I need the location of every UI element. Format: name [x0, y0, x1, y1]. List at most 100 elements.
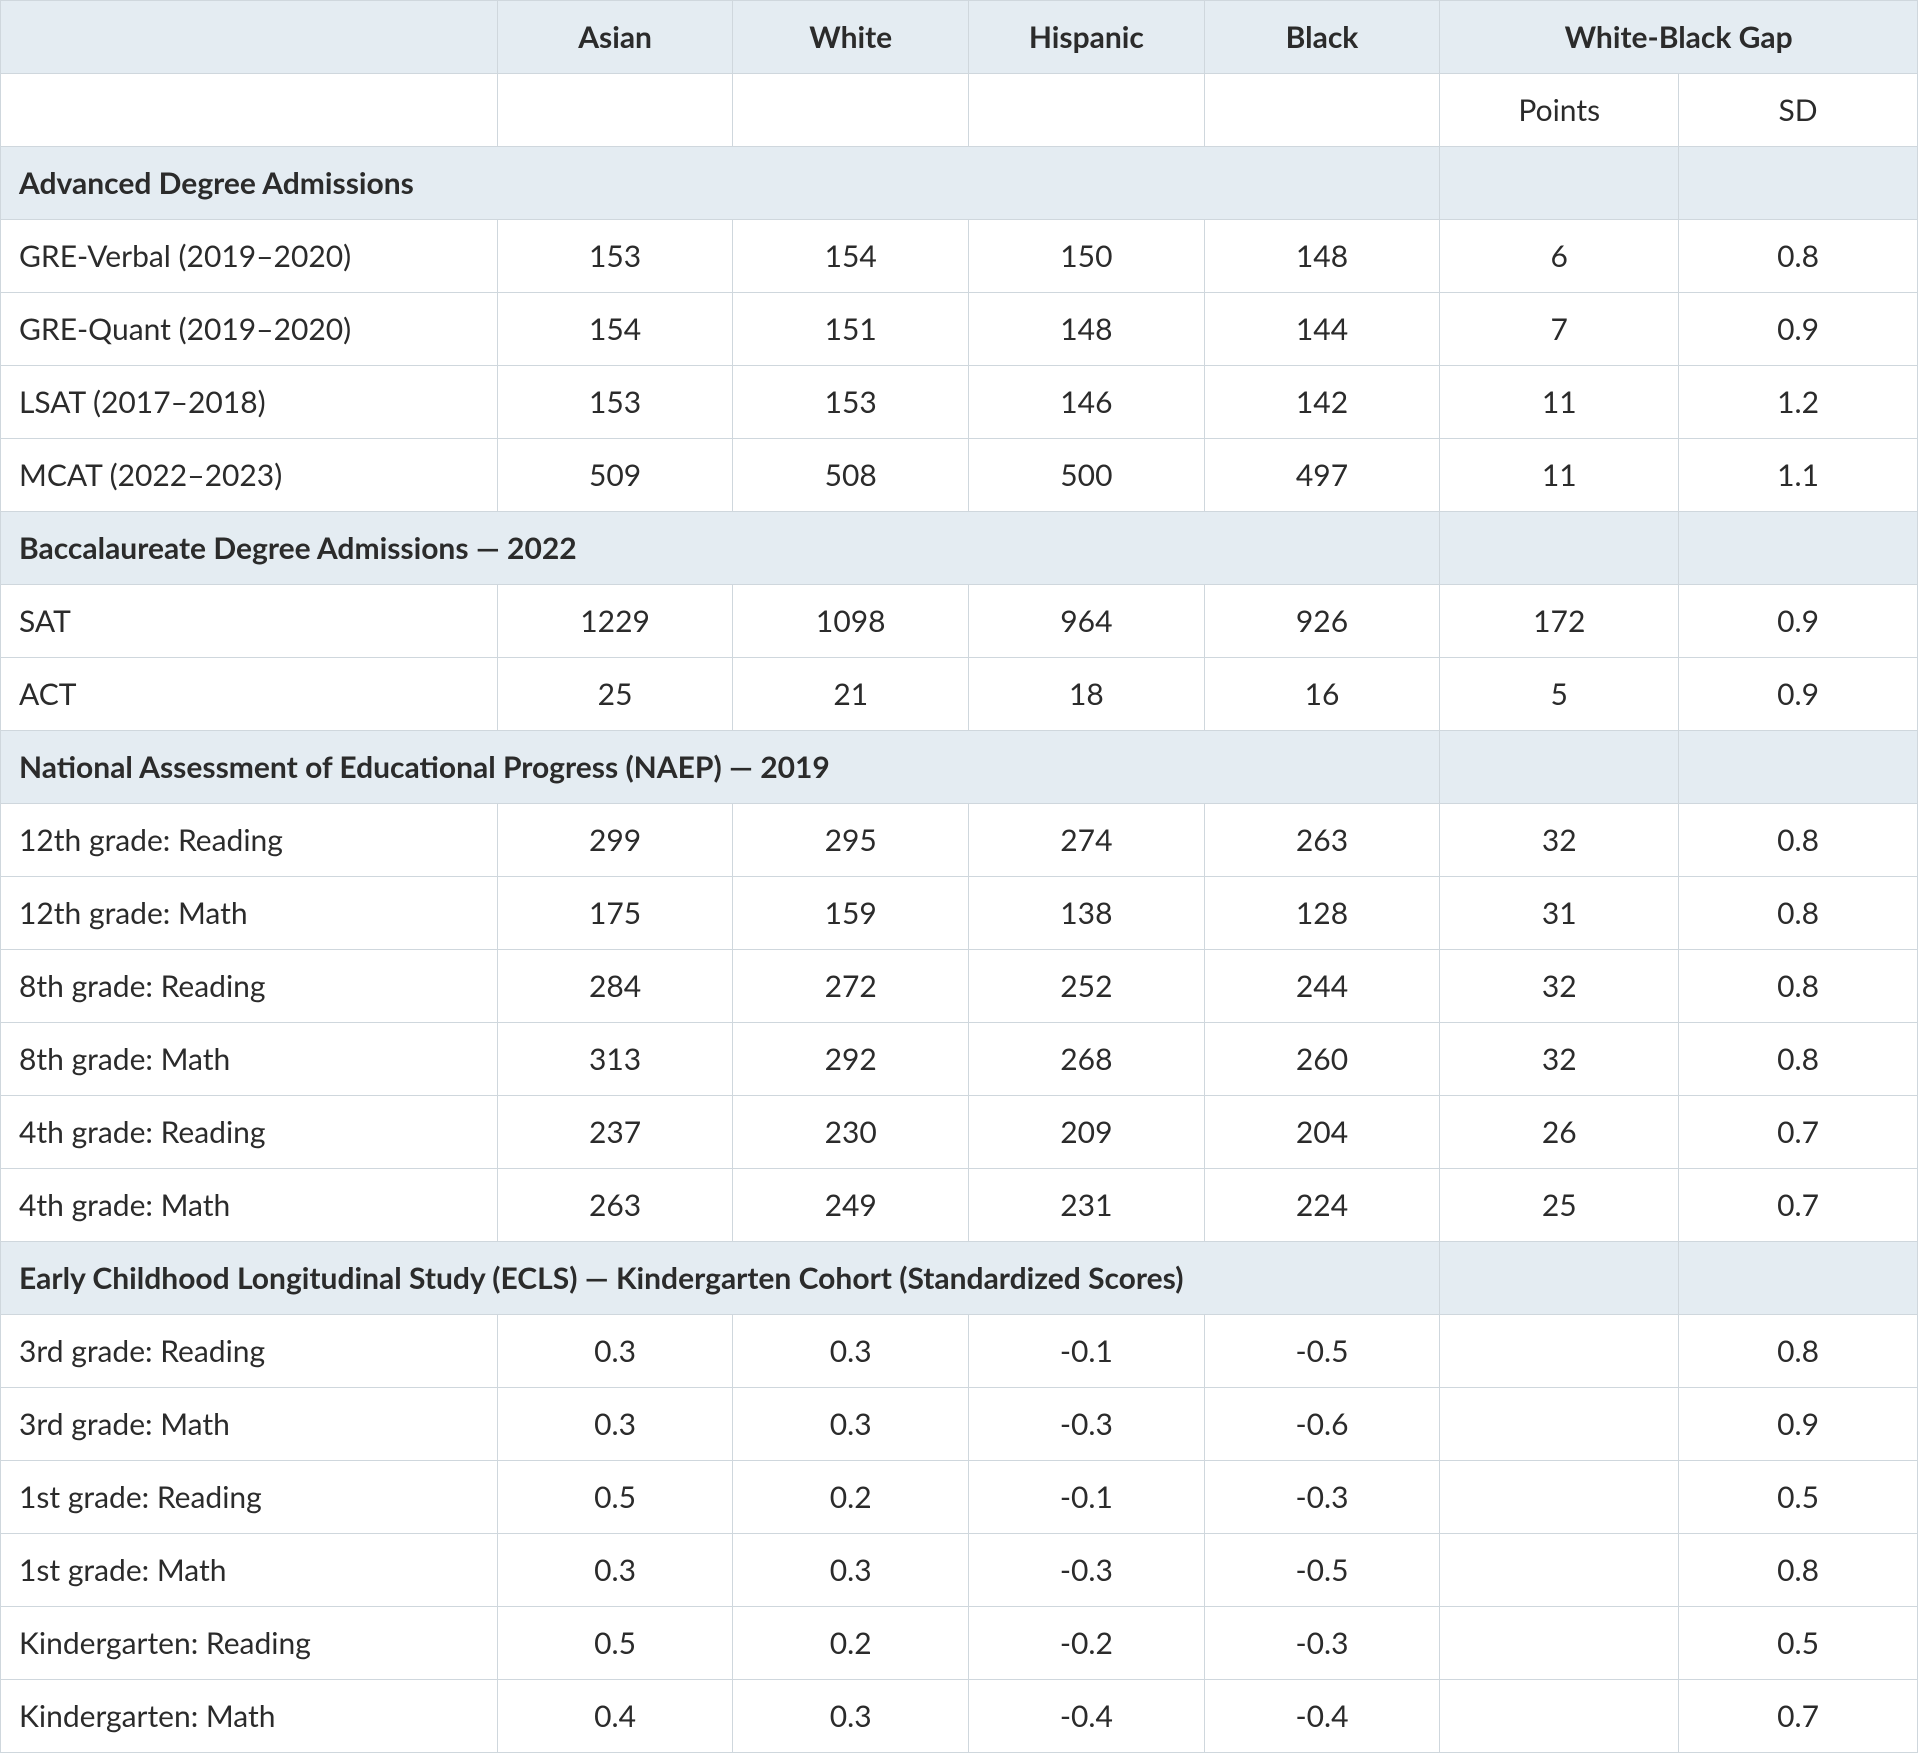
row-gap-points: 7 [1440, 293, 1679, 366]
row-value: 231 [969, 1169, 1205, 1242]
subheader-sd: SD [1679, 74, 1918, 147]
section-header: Baccalaureate Degree Admissions — 2022 [1, 512, 1918, 585]
row-label: ACT [1, 658, 498, 731]
table-row: 12th grade: Reading299295274263320.8 [1, 804, 1918, 877]
row-value: -0.6 [1204, 1388, 1440, 1461]
row-value: 497 [1204, 439, 1440, 512]
row-gap-points [1440, 1461, 1679, 1534]
row-value: 128 [1204, 877, 1440, 950]
row-value: 272 [733, 950, 969, 1023]
row-value: 138 [969, 877, 1205, 950]
row-gap-sd: 0.9 [1679, 1388, 1918, 1461]
row-gap-points [1440, 1388, 1679, 1461]
row-value: 0.3 [733, 1388, 969, 1461]
row-label: LSAT (2017–2018) [1, 366, 498, 439]
subheader-blank-4 [969, 74, 1205, 147]
row-value: 299 [497, 804, 733, 877]
row-value: 153 [497, 220, 733, 293]
section-empty-sd [1679, 731, 1918, 804]
subheader-blank-1 [1, 74, 498, 147]
row-value: 244 [1204, 950, 1440, 1023]
row-value: -0.2 [969, 1607, 1205, 1680]
table-row: Kindergarten: Math0.40.3-0.4-0.40.7 [1, 1680, 1918, 1753]
row-gap-sd: 0.9 [1679, 293, 1918, 366]
row-gap-sd: 0.8 [1679, 877, 1918, 950]
section-empty-points [1440, 147, 1679, 220]
section-title: Advanced Degree Admissions [1, 147, 1440, 220]
row-value: 292 [733, 1023, 969, 1096]
row-label: MCAT (2022–2023) [1, 439, 498, 512]
row-value: 0.5 [497, 1607, 733, 1680]
row-gap-sd: 1.2 [1679, 366, 1918, 439]
row-value: 263 [1204, 804, 1440, 877]
row-value: 260 [1204, 1023, 1440, 1096]
table-row: 8th grade: Reading284272252244320.8 [1, 950, 1918, 1023]
row-gap-sd: 0.8 [1679, 804, 1918, 877]
row-value: 263 [497, 1169, 733, 1242]
row-value: 154 [497, 293, 733, 366]
row-gap-points: 11 [1440, 366, 1679, 439]
row-gap-sd: 0.8 [1679, 1023, 1918, 1096]
row-value: 153 [497, 366, 733, 439]
row-value: 964 [969, 585, 1205, 658]
row-label: Kindergarten: Reading [1, 1607, 498, 1680]
row-value: 274 [969, 804, 1205, 877]
row-value: 148 [1204, 220, 1440, 293]
data-table: Asian White Hispanic Black White-Black G… [0, 0, 1918, 1753]
row-value: -0.1 [969, 1461, 1205, 1534]
header-white: White [733, 1, 969, 74]
row-value: 159 [733, 877, 969, 950]
table-row: SAT122910989649261720.9 [1, 585, 1918, 658]
section-header: Early Childhood Longitudinal Study (ECLS… [1, 1242, 1918, 1315]
section-empty-sd [1679, 512, 1918, 585]
row-label: 4th grade: Reading [1, 1096, 498, 1169]
row-value: -0.3 [1204, 1607, 1440, 1680]
table-row: 12th grade: Math175159138128310.8 [1, 877, 1918, 950]
row-value: 154 [733, 220, 969, 293]
row-gap-points: 26 [1440, 1096, 1679, 1169]
row-gap-sd: 1.1 [1679, 439, 1918, 512]
row-gap-points [1440, 1315, 1679, 1388]
table-row: Kindergarten: Reading0.50.2-0.2-0.30.5 [1, 1607, 1918, 1680]
row-value: -0.3 [1204, 1461, 1440, 1534]
row-gap-sd: 0.9 [1679, 658, 1918, 731]
header-gap: White-Black Gap [1440, 1, 1918, 74]
row-value: 148 [969, 293, 1205, 366]
row-value: 313 [497, 1023, 733, 1096]
subheader-blank-3 [733, 74, 969, 147]
row-gap-points: 32 [1440, 804, 1679, 877]
row-gap-points: 5 [1440, 658, 1679, 731]
row-value: 0.2 [733, 1461, 969, 1534]
header-asian: Asian [497, 1, 733, 74]
row-value: 230 [733, 1096, 969, 1169]
header-blank [1, 1, 498, 74]
row-value: 284 [497, 950, 733, 1023]
row-value: 1098 [733, 585, 969, 658]
row-label: 4th grade: Math [1, 1169, 498, 1242]
table-row: 4th grade: Math263249231224250.7 [1, 1169, 1918, 1242]
row-value: -0.5 [1204, 1315, 1440, 1388]
row-value: 25 [497, 658, 733, 731]
row-value: 224 [1204, 1169, 1440, 1242]
row-gap-points: 32 [1440, 950, 1679, 1023]
row-gap-sd: 0.8 [1679, 220, 1918, 293]
row-label: 8th grade: Math [1, 1023, 498, 1096]
subheader-blank-2 [497, 74, 733, 147]
row-value: 237 [497, 1096, 733, 1169]
header-row-2: Points SD [1, 74, 1918, 147]
row-label: 1st grade: Reading [1, 1461, 498, 1534]
section-title: Early Childhood Longitudinal Study (ECLS… [1, 1242, 1440, 1315]
table-row: ACT2521181650.9 [1, 658, 1918, 731]
row-gap-points: 11 [1440, 439, 1679, 512]
row-value: 204 [1204, 1096, 1440, 1169]
row-value: -0.4 [1204, 1680, 1440, 1753]
row-value: 16 [1204, 658, 1440, 731]
table-row: 1st grade: Reading0.50.2-0.1-0.30.5 [1, 1461, 1918, 1534]
section-header: National Assessment of Educational Progr… [1, 731, 1918, 804]
row-gap-points [1440, 1680, 1679, 1753]
header-black: Black [1204, 1, 1440, 74]
row-gap-points: 31 [1440, 877, 1679, 950]
row-value: 0.5 [497, 1461, 733, 1534]
row-label: 12th grade: Math [1, 877, 498, 950]
row-value: 0.3 [497, 1534, 733, 1607]
